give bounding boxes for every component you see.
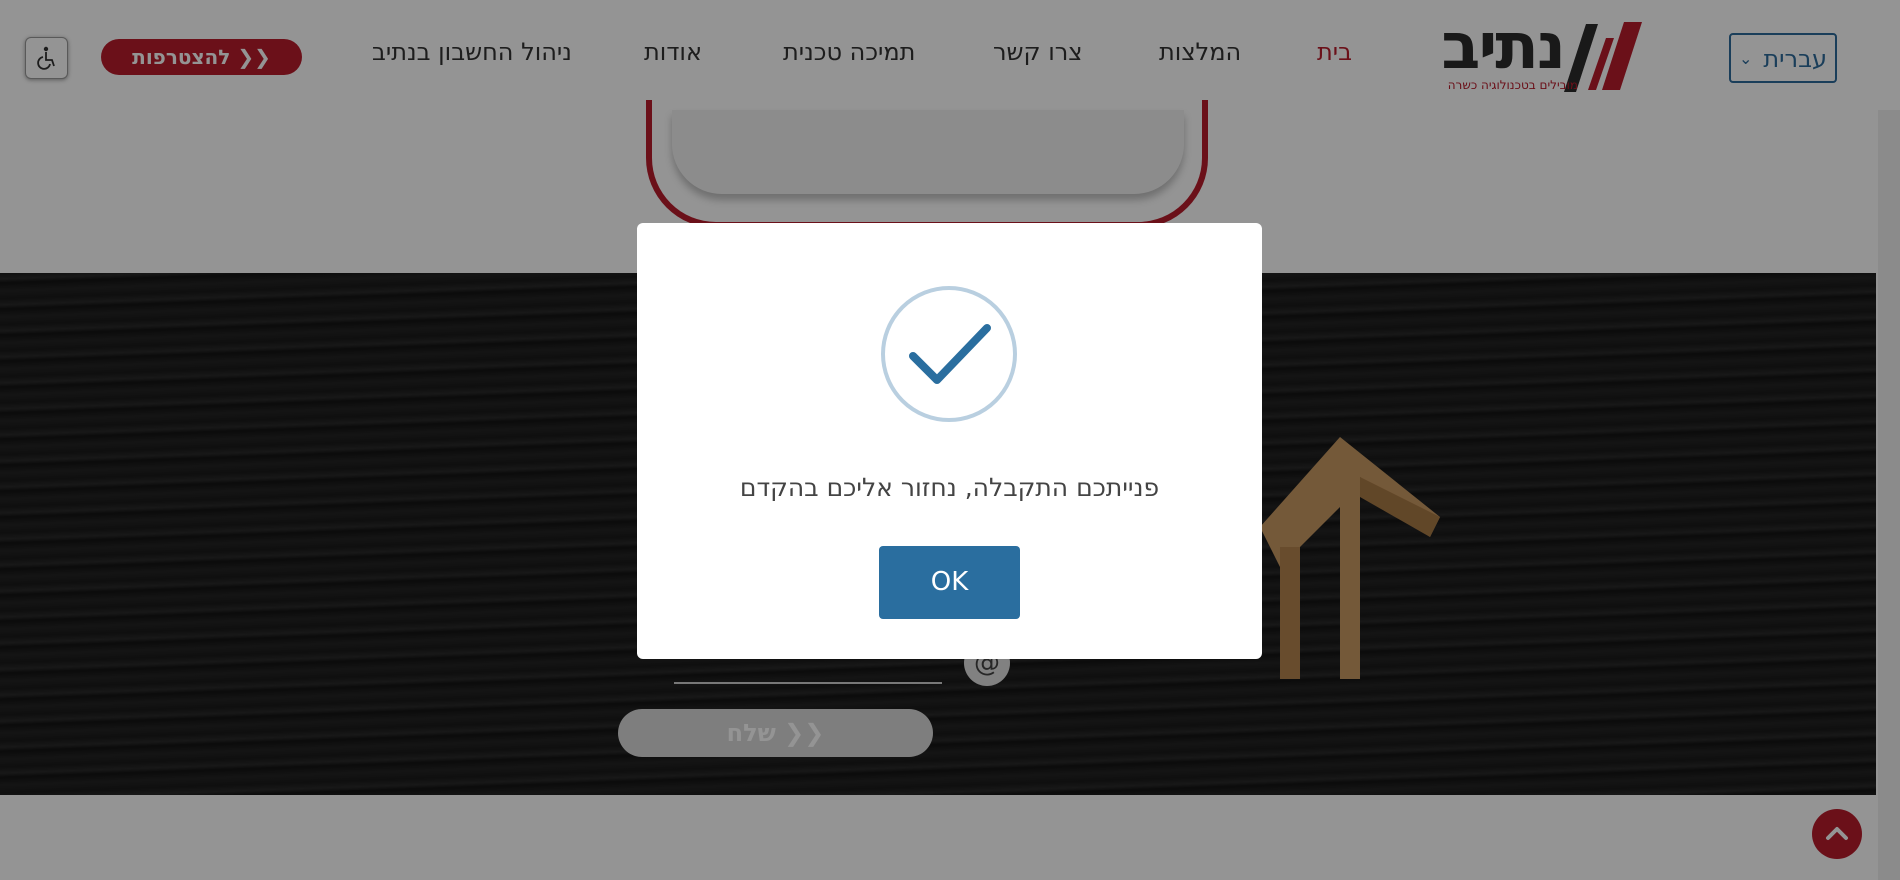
dialog-message: פנייתכם התקבלה, נחזור אליכם בהקדם [739, 473, 1160, 502]
success-dialog: פנייתכם התקבלה, נחזור אליכם בהקדם OK [637, 223, 1262, 659]
ok-button[interactable]: OK [879, 546, 1020, 619]
success-check-icon [881, 286, 1017, 422]
